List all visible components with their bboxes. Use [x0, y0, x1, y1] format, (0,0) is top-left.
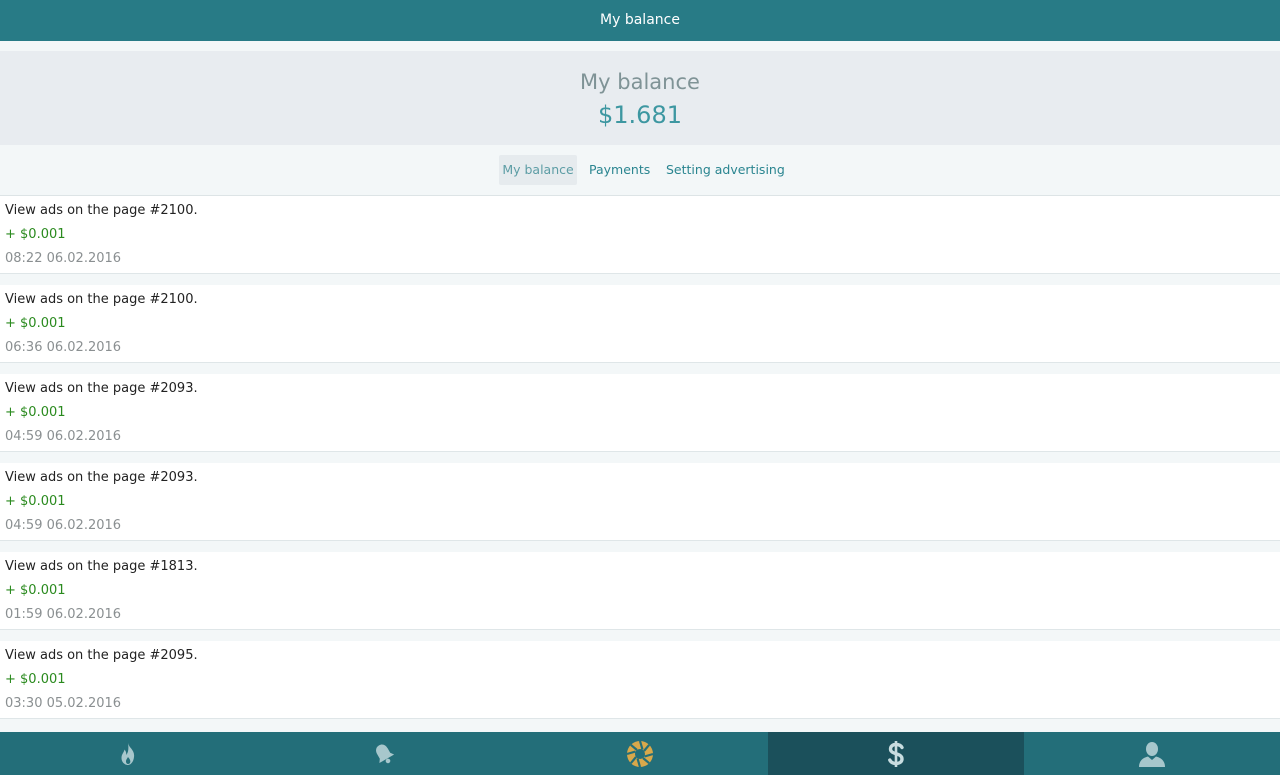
transaction-title: View ads on the page #1813.	[5, 559, 198, 574]
transaction-date: 04:59 06.02.2016	[5, 429, 122, 444]
transaction-item[interactable]: View ads on the page #1813. + $0.001 01:…	[0, 552, 1280, 630]
transaction-list[interactable]: View ads on the page #2100. + $0.001 08:…	[0, 196, 1280, 732]
transaction-item[interactable]: View ads on the page #2093. + $0.001 04:…	[0, 374, 1280, 452]
tab-bar: My balance Payments Setting advertising	[0, 145, 1280, 196]
bell-icon	[376, 743, 395, 763]
transaction-date: 06:36 06.02.2016	[5, 340, 122, 355]
transaction-amount: + $0.001	[5, 227, 66, 242]
nav-hot[interactable]	[0, 732, 256, 775]
tab-payments[interactable]: Payments	[589, 155, 650, 185]
transaction-amount: + $0.001	[5, 672, 66, 687]
transaction-amount: + $0.001	[5, 494, 66, 509]
transaction-amount: + $0.001	[5, 405, 66, 420]
transaction-date: 03:30 05.02.2016	[5, 696, 122, 711]
nav-notifications[interactable]	[256, 732, 512, 775]
transaction-title: View ads on the page #2100.	[5, 292, 198, 307]
transaction-title: View ads on the page #2093.	[5, 470, 198, 485]
bottom-navigation	[0, 732, 1280, 775]
transaction-title: View ads on the page #2100.	[5, 203, 198, 218]
balance-amount: $1.681	[598, 101, 682, 129]
user-icon	[1139, 741, 1165, 767]
nav-balance[interactable]	[768, 732, 1024, 775]
transaction-date: 08:22 06.02.2016	[5, 251, 122, 266]
tab-setting-advertising[interactable]: Setting advertising	[666, 155, 785, 185]
balance-summary: My balance $1.681	[0, 51, 1280, 145]
top-bar: My balance	[0, 0, 1280, 41]
transaction-item[interactable]: View ads on the page #2093. + $0.001 04:…	[0, 463, 1280, 541]
nav-profile[interactable]	[1024, 732, 1280, 775]
transaction-date: 01:59 06.02.2016	[5, 607, 122, 622]
balance-label: My balance	[580, 70, 700, 94]
flame-icon	[121, 742, 135, 765]
nav-photos[interactable]	[512, 732, 768, 775]
aperture-icon	[626, 740, 654, 767]
transaction-date: 04:59 06.02.2016	[5, 518, 122, 533]
app-root: My balance My balance $1.681 My balance …	[0, 0, 1280, 775]
dollar-icon	[888, 740, 904, 767]
transaction-title: View ads on the page #2095.	[5, 648, 198, 663]
transaction-amount: + $0.001	[5, 583, 66, 598]
transaction-item[interactable]: View ads on the page #2100. + $0.001 06:…	[0, 285, 1280, 363]
transaction-item[interactable]: View ads on the page #2095. + $0.001 03:…	[0, 641, 1280, 719]
transaction-title: View ads on the page #2093.	[5, 381, 198, 396]
transaction-item[interactable]: View ads on the page #2100. + $0.001 08:…	[0, 196, 1280, 274]
page-title: My balance	[600, 12, 680, 28]
tab-my-balance[interactable]: My balance	[499, 155, 577, 185]
transaction-amount: + $0.001	[5, 316, 66, 331]
